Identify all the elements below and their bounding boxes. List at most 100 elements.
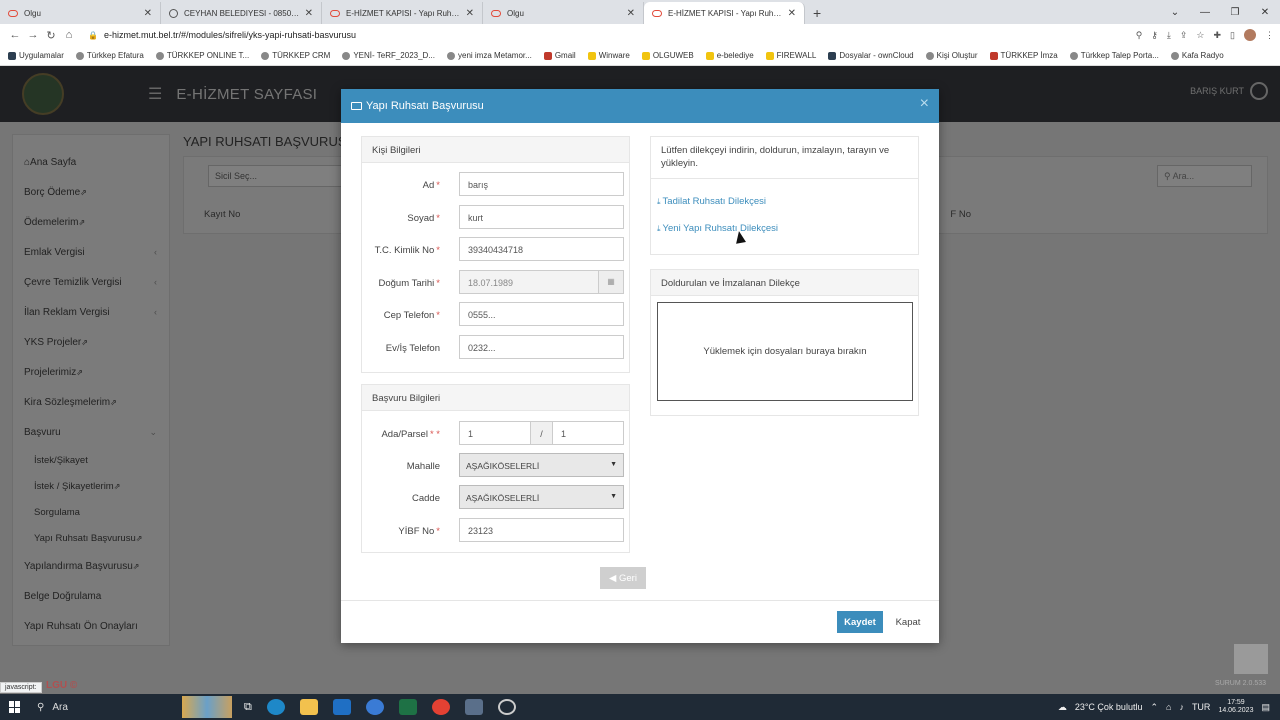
bookmark-item[interactable]: Dosyalar - ownCloud (828, 51, 914, 60)
excel-icon[interactable] (398, 699, 417, 715)
url-field[interactable]: 🔒 e-hizmet.mut.bel.tr/#/modules/sifreli/… (88, 30, 1136, 40)
weather-text[interactable]: 23°C Çok bulutlu (1075, 702, 1143, 712)
extension-icons: ⚲ ⚷ ⤓ ⇪ ☆ ✚ ▯ ⋮ (1136, 29, 1274, 41)
back-icon[interactable]: ← (6, 29, 24, 41)
task-view-icon[interactable]: ⧉ (244, 701, 252, 714)
key-icon[interactable]: ⚷ (1151, 30, 1158, 41)
window-controls: ⌄ — ❐ ✕ (1160, 0, 1280, 24)
file-explorer-icon[interactable] (299, 699, 318, 715)
menu-dots-icon[interactable]: ⋮ (1265, 30, 1274, 41)
windows-start-icon[interactable] (9, 701, 21, 713)
language-indicator[interactable]: TUR (1192, 702, 1211, 712)
field-input[interactable]: kurt (459, 204, 624, 229)
chrome-icon[interactable] (431, 699, 450, 715)
mahalle-row: Mahalle AŞAĞIKÖSELERLİ ▼ (362, 453, 630, 479)
mahalle-select[interactable]: AŞAĞIKÖSELERLİ ▼ (459, 453, 624, 477)
bookmark-item[interactable]: OLGUWEB (641, 51, 694, 60)
bookmark-label: Gmail (554, 51, 576, 60)
mouse-cursor (734, 230, 746, 244)
star-icon[interactable]: ☆ (1196, 30, 1204, 41)
kapat-button[interactable]: Kapat (889, 611, 927, 633)
field-input[interactable]: 0555... (459, 302, 624, 327)
bookmark-item[interactable]: Türkkep Efatura (75, 51, 144, 60)
yibf-input[interactable]: 23123 (459, 518, 624, 542)
tab-title: CEYHAN BELEDIYESI - 0850 30... (184, 8, 301, 18)
field-input[interactable]: 0232... (459, 335, 624, 359)
taskbar-search[interactable]: ⚲ Ara (37, 702, 182, 713)
bookmark-item[interactable]: Winware (587, 51, 630, 60)
tray-chevron-icon[interactable]: ⌃ (1150, 702, 1158, 713)
bookmark-item[interactable]: FIREWALL (765, 51, 816, 60)
ada-input[interactable]: 1 (459, 421, 531, 445)
clock-app-icon[interactable] (497, 699, 516, 715)
calendar-icon[interactable]: ▦ (598, 270, 623, 293)
modal-close-icon[interactable]: × (920, 95, 929, 113)
tab-close-icon[interactable]: ✕ (627, 8, 635, 19)
yeni-yapi-dilekce-link[interactable]: ⤓ Yeni Yapı Ruhsatı Dilekçesi (657, 223, 778, 234)
sidepanel-icon[interactable]: ▯ (1230, 30, 1235, 41)
file-dropzone[interactable]: Yüklemek için dosyaları buraya bırakın (657, 302, 913, 401)
reload-icon[interactable]: ↻ (42, 29, 60, 42)
kisi-field-row: Soyad * kurt (362, 204, 630, 231)
home-icon[interactable]: ⌂ (60, 29, 78, 41)
bookmark-item[interactable]: Kafa Radyo (1170, 51, 1224, 60)
browser-tab[interactable]: E-HİZMET KAPISI - Yapı Ruhsatı B... ✕ (322, 2, 483, 24)
browser-tab[interactable]: CEYHAN BELEDIYESI - 0850 30... ✕ (161, 2, 322, 24)
minimize-icon[interactable]: — (1190, 7, 1220, 18)
restore-icon[interactable]: ❐ (1220, 7, 1250, 18)
puzzle-icon[interactable]: ✚ (1214, 30, 1222, 41)
tab-search-icon[interactable]: ⌄ (1160, 7, 1190, 18)
install-icon[interactable]: ⤓ (1167, 30, 1171, 41)
volume-icon[interactable]: ♪ (1179, 702, 1184, 712)
kaydet-button[interactable]: Kaydet (837, 611, 883, 633)
field-input[interactable]: 18.07.1989 ▦ (459, 269, 624, 294)
browser-tab[interactable]: Olgu ✕ (0, 2, 161, 24)
tab-close-icon[interactable]: ✕ (305, 8, 313, 19)
recaptcha-badge[interactable] (1234, 644, 1268, 674)
close-window-icon[interactable]: ✕ (1250, 7, 1280, 18)
browser-tab[interactable]: E-HİZMET KAPISI - Yapı Ruhsatı B... ✕ (644, 2, 805, 24)
bookmark-icon (587, 51, 596, 60)
cadde-label: Cadde (412, 493, 440, 504)
bookmark-item[interactable]: YENİ- TeRF_2023_D... (342, 51, 435, 60)
bookmark-item[interactable]: Uygulamalar (8, 51, 64, 60)
search-highlight-image[interactable] (182, 696, 232, 718)
bookmark-item[interactable]: Gmail (543, 51, 576, 60)
parsel-input[interactable]: 1 (552, 421, 624, 445)
tool-icon[interactable] (464, 699, 483, 715)
tab-close-icon[interactable]: ✕ (144, 8, 152, 19)
bookmark-icon (641, 51, 650, 60)
mahalle-label: Mahalle (406, 461, 440, 472)
taskbar-apps: ⧉ (244, 699, 516, 715)
edge-icon[interactable] (266, 699, 285, 715)
browser-tab[interactable]: Olgu ✕ (483, 2, 644, 24)
bookmark-icon (261, 51, 270, 60)
app-icon[interactable] (365, 699, 384, 715)
notification-icon[interactable]: ▤ (1261, 702, 1270, 713)
share-icon[interactable]: ⇪ (1180, 30, 1188, 41)
network-icon[interactable]: ⌂ (1166, 702, 1171, 712)
dilekce-download-panel: Lütfen dilekçeyi indirin, doldurun, imza… (650, 136, 919, 255)
bookmark-item[interactable]: TÜRKKEP İmza (989, 51, 1058, 60)
field-input[interactable]: 39340434718 (459, 237, 624, 262)
forward-icon[interactable]: → (24, 29, 42, 41)
bookmark-item[interactable]: TÜRKKEP CRM (261, 51, 330, 60)
new-tab-button[interactable]: + (805, 2, 829, 24)
bookmark-item[interactable]: Türkkep Talep Porta... (1069, 51, 1159, 60)
clock[interactable]: 17:59 14.06.2023 (1218, 699, 1253, 716)
field-input[interactable]: barış (459, 172, 624, 196)
store-icon[interactable] (332, 699, 351, 715)
bookmark-icon (8, 51, 16, 60)
bookmark-item[interactable]: yeni imza Metamor... (447, 51, 532, 60)
tab-close-icon[interactable]: ✕ (466, 8, 474, 19)
bookmark-item[interactable]: TÜRKKEP ONLINE T... (155, 51, 249, 60)
tab-close-icon[interactable]: ✕ (788, 8, 796, 19)
cadde-select[interactable]: AŞAĞIKÖSELERLİ ▼ (459, 485, 624, 509)
profile-avatar[interactable] (1244, 29, 1256, 41)
zoom-icon[interactable]: ⚲ (1136, 30, 1143, 41)
bookmark-item[interactable]: e-belediye (705, 51, 754, 60)
bookmark-icon (75, 51, 84, 60)
geri-button[interactable]: ◀ Geri (600, 567, 646, 589)
bookmark-item[interactable]: Kişi Oluştur (925, 51, 978, 60)
tadilat-dilekce-link[interactable]: ⤓ Tadilat Ruhsatı Dilekçesi (657, 196, 766, 207)
